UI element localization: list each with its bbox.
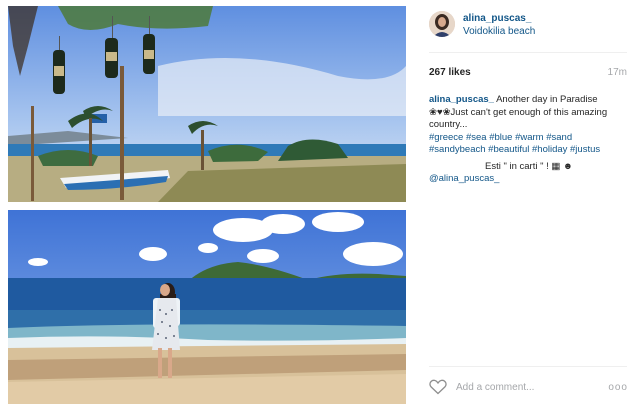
- photo-panel: [0, 0, 415, 409]
- divider-top: [429, 52, 627, 53]
- caption-username[interactable]: alina_puscas_: [429, 94, 494, 105]
- avatar[interactable]: [429, 11, 455, 37]
- caption-line-1: Another day in Paradise: [496, 94, 598, 105]
- post-timestamp: 17m: [607, 67, 627, 78]
- post-sidebar: alina_puscas_ Voidokilia beach 267 likes…: [415, 0, 640, 409]
- post-username[interactable]: alina_puscas_: [463, 13, 531, 24]
- comment-input[interactable]: Add a comment...: [456, 382, 534, 393]
- caption-line-3: Esti " in carti " ! ▦ ☻: [484, 160, 573, 172]
- post-caption: alina_puscas_ Another day in Paradise ❀♥…: [429, 94, 629, 186]
- likes-count[interactable]: 267 likes: [429, 67, 471, 78]
- divider-bottom: [429, 366, 627, 367]
- caption-mention[interactable]: @alina_puscas_: [429, 173, 499, 184]
- post-photo-beach-bottles[interactable]: [8, 6, 406, 202]
- caption-hashtags[interactable]: #greece #sea #blue #warm #sand #sandybea…: [429, 132, 600, 156]
- post-location[interactable]: Voidokilia beach: [463, 26, 535, 37]
- more-options-icon[interactable]: ooo: [608, 382, 628, 393]
- post-photo-beach-woman[interactable]: [8, 210, 406, 404]
- caption-line-2: ❀♥❀Just can't get enough of this amazing…: [429, 106, 608, 131]
- heart-outline-icon[interactable]: [429, 379, 447, 395]
